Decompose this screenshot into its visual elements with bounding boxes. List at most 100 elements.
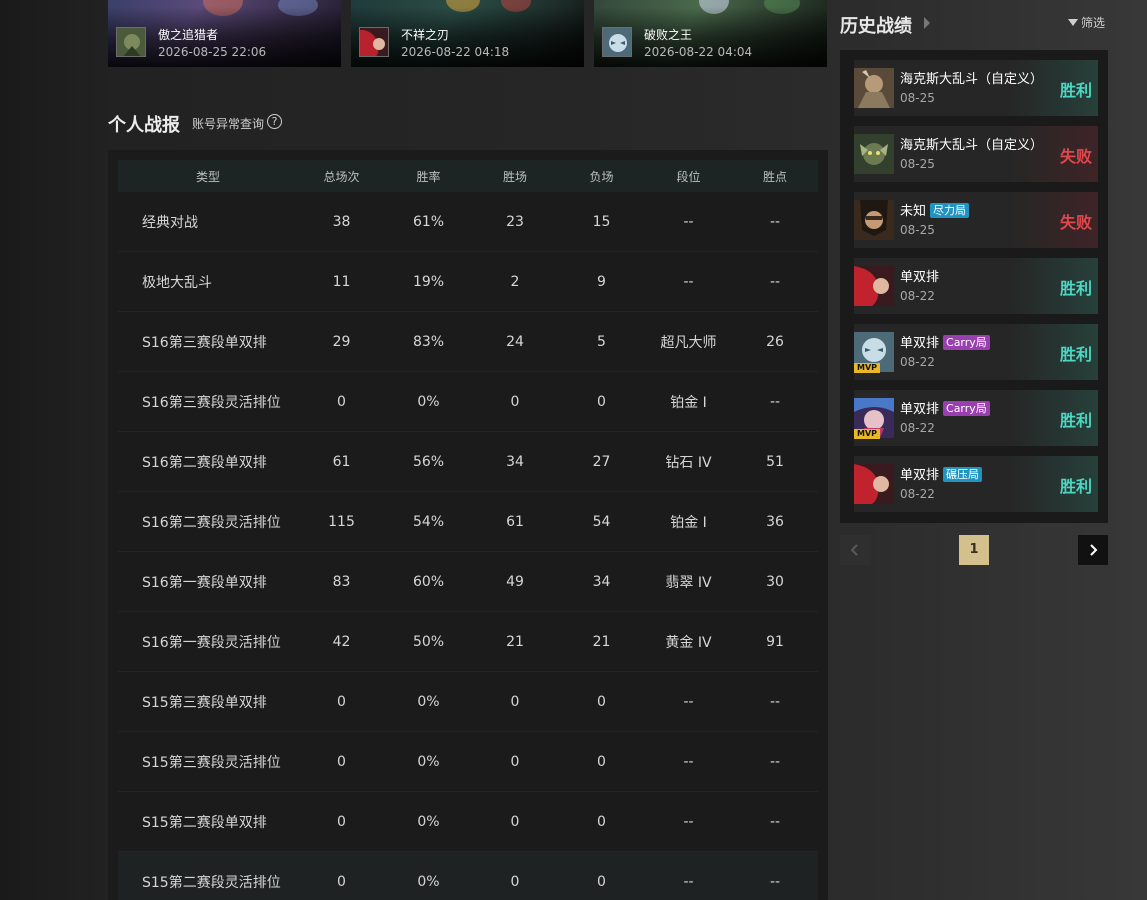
cell-winrate: 0% [417, 873, 440, 890]
cell-total: 115 [328, 513, 355, 530]
match-date: 08-22 [900, 487, 935, 501]
table-row: S15第三赛段灵活排位 0 0% 0 0 -- -- [118, 732, 818, 792]
champion-avatar [854, 464, 894, 504]
cell-type: S16第一赛段灵活排位 [142, 634, 281, 651]
cell-losses: 0 [597, 873, 606, 890]
chevron-left-icon [850, 544, 858, 556]
cell-winrate: 0% [417, 393, 440, 410]
table-row: S16第二赛段灵活排位 115 54% 61 54 铂金 Ⅰ 36 [118, 492, 818, 552]
cell-rank: 钻石 IV [665, 454, 712, 471]
match-mode: 单双排 碾压局 [900, 464, 983, 483]
next-page-button[interactable] [1078, 535, 1108, 565]
match-mode-text: 单双排 [900, 336, 940, 351]
cell-wins: 61 [506, 513, 524, 530]
header-wins: 胜场 [502, 169, 527, 184]
match-item[interactable]: 海克斯大乱斗（自定义） 08-25 胜利 [854, 60, 1098, 116]
match-tag: 碾压局 [943, 467, 983, 482]
highlight-time: 2026-08-25 22:06 [158, 45, 267, 59]
cell-total: 83 [332, 573, 351, 590]
cell-rank: -- [683, 873, 694, 890]
highlight-card[interactable]: 破败之王 2026-08-22 04:04 [594, 0, 827, 67]
cell-rank: 黄金 IV [665, 634, 712, 651]
match-date: 08-22 [900, 421, 935, 435]
cell-winrate: 60% [412, 573, 445, 590]
match-item[interactable]: 单双排 碾压局 08-22 胜利 [854, 456, 1098, 512]
match-date: 08-25 [900, 91, 935, 105]
match-item[interactable]: MVP 单双排 Carry局 08-22 胜利 [854, 324, 1098, 380]
prev-page-button[interactable] [840, 535, 870, 565]
cell-type: 极地大乱斗 [142, 274, 212, 291]
cell-winrate: 50% [412, 633, 445, 650]
header-winrate: 胜率 [416, 169, 441, 184]
cell-losses: 27 [592, 453, 611, 470]
highlight-champion-name: 不祥之刃 [401, 28, 450, 42]
chevron-right-icon[interactable] [924, 17, 930, 29]
match-date: 08-25 [900, 157, 935, 171]
cell-wins: 0 [510, 873, 520, 890]
match-mode-text: 单双排 [900, 402, 940, 417]
match-result: 胜利 [1059, 81, 1092, 100]
table-header: 类型 总场次 胜率 胜场 负场 段位 胜点 [118, 160, 818, 192]
match-mode: 单双排 [900, 266, 939, 285]
match-item[interactable]: 海克斯大乱斗（自定义） 08-25 失败 [854, 126, 1098, 182]
cell-losses: 0 [597, 693, 606, 710]
champion-avatar [854, 134, 894, 174]
cell-losses: 0 [597, 753, 606, 770]
table-row: S16第三赛段灵活排位 0 0% 0 0 铂金 Ⅰ -- [118, 372, 818, 432]
match-mode-text: 未知 [900, 204, 927, 219]
cell-wins: 0 [510, 693, 520, 710]
match-mode: 海克斯大乱斗（自定义） [900, 134, 1043, 153]
highlight-card[interactable]: 不祥之刃 2026-08-22 04:18 [351, 0, 584, 67]
history-title[interactable]: 历史战绩 [840, 12, 912, 38]
match-item[interactable]: MVP 单双排 Carry局 08-22 胜利 [854, 390, 1098, 446]
cell-lp: -- [769, 693, 781, 710]
cell-wins: 23 [506, 213, 524, 230]
cell-type: S16第一赛段单双排 [142, 574, 267, 591]
match-result: 胜利 [1059, 279, 1092, 298]
cell-lp: 51 [766, 453, 784, 470]
page-number-button[interactable]: 1 [959, 535, 989, 565]
header-type: 类型 [195, 169, 220, 184]
champion-portrait [116, 27, 146, 57]
match-tag: Carry局 [943, 335, 990, 350]
champion-portrait [602, 27, 632, 57]
cell-winrate: 61% [412, 213, 445, 230]
cell-type: 经典对战 [142, 214, 198, 231]
cell-type: S15第三赛段灵活排位 [142, 754, 281, 771]
cell-losses: 5 [597, 333, 606, 350]
mvp-badge: MVP [854, 429, 880, 439]
match-tag: 尽力局 [930, 203, 970, 218]
cell-winrate: 0% [417, 813, 440, 830]
mvp-badge: MVP [854, 363, 880, 373]
match-history-list: 海克斯大乱斗（自定义） 08-25 胜利 海克斯大乱斗（自定义） 08-25 失… [840, 50, 1108, 523]
cell-type: S16第二赛段单双排 [142, 454, 267, 471]
personal-stats-title: 个人战报 [108, 115, 180, 136]
cell-lp: 91 [766, 633, 784, 650]
filter-label: 筛选 [1081, 16, 1106, 30]
help-icon[interactable]: ? [267, 114, 282, 129]
match-mode-text: 单双排 [900, 270, 940, 285]
cell-wins: 49 [506, 573, 524, 590]
filter-button[interactable]: 筛选 [1068, 14, 1105, 31]
cell-rank: -- [683, 213, 694, 230]
match-item[interactable]: 单双排 08-22 胜利 [854, 258, 1098, 314]
cell-lp: 36 [766, 513, 784, 530]
cell-losses: 21 [592, 633, 611, 650]
account-abnormal-link[interactable]: 账号异常查询 [192, 115, 264, 132]
highlight-card[interactable]: 傲之追猎者 2026-08-25 22:06 [108, 0, 341, 67]
match-mode-text: 海克斯大乱斗（自定义） [900, 72, 1044, 87]
match-mode: 单双排 Carry局 [900, 332, 990, 351]
match-mode: 未知 尽力局 [900, 200, 970, 219]
cell-wins: 2 [510, 273, 520, 290]
chevron-right-icon [1090, 544, 1098, 556]
cell-losses: 0 [597, 813, 606, 830]
table-row: 经典对战 38 61% 23 15 -- -- [118, 192, 818, 252]
highlight-cards: 傲之追猎者 2026-08-25 22:06 不祥之刃 2026-08-22 0… [108, 0, 828, 67]
table-row: S16第一赛段单双排 83 60% 49 34 翡翠 IV 30 [118, 552, 818, 612]
table-row: S15第二赛段灵活排位 0 0% 0 0 -- -- [118, 852, 818, 900]
cell-type: S16第二赛段灵活排位 [142, 514, 281, 531]
cell-type: S15第三赛段单双排 [142, 694, 267, 711]
filter-icon [1068, 19, 1078, 26]
cell-lp: -- [769, 273, 781, 290]
match-item[interactable]: 未知 尽力局 08-25 失败 [854, 192, 1098, 248]
